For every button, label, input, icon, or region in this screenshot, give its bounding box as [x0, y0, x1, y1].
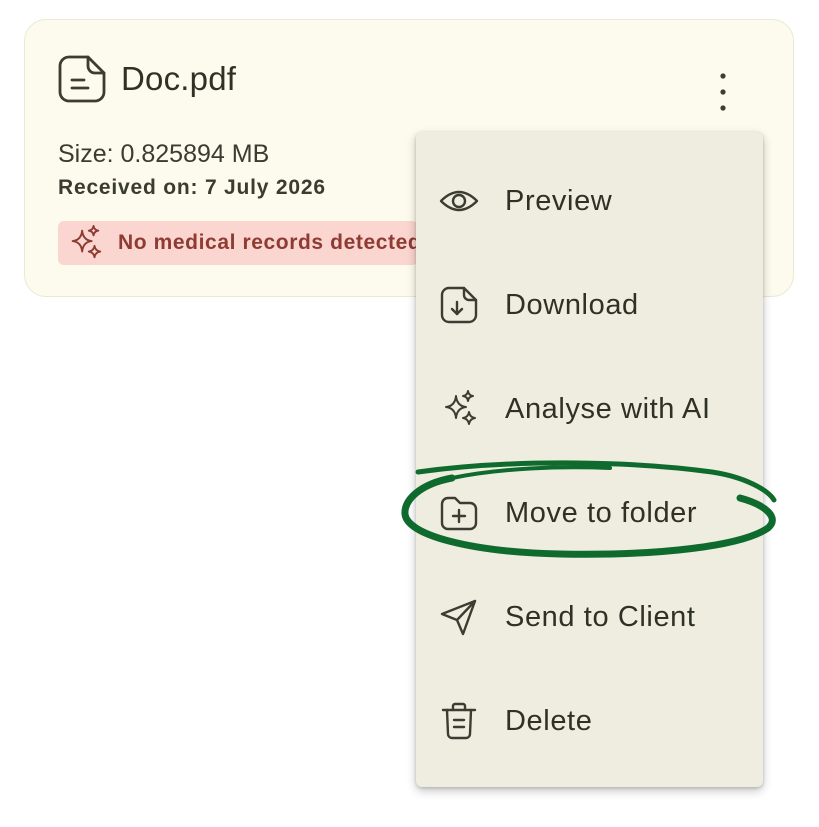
download-icon	[440, 286, 478, 324]
eye-icon	[439, 190, 479, 212]
menu-item-delete[interactable]: Delete	[416, 669, 763, 773]
received-date: Received on: 7 July 2026	[58, 176, 326, 199]
menu-item-label: Preview	[505, 184, 613, 217]
document-icon	[58, 55, 106, 103]
trash-icon	[441, 702, 477, 740]
menu-item-label: Analyse with AI	[505, 392, 711, 425]
menu-item-move-to-folder[interactable]: Move to folder	[416, 461, 763, 565]
file-size: Size: 0.825894 MB	[58, 140, 270, 168]
file-name: Doc.pdf	[121, 60, 237, 97]
menu-item-label: Download	[505, 288, 639, 321]
menu-item-label: Send to Client	[505, 600, 696, 633]
folder-plus-icon	[440, 496, 478, 531]
menu-item-label: Delete	[505, 704, 593, 737]
menu-item-send-to-client[interactable]: Send to Client	[416, 565, 763, 669]
send-icon	[440, 599, 477, 636]
more-options-button[interactable]	[701, 70, 745, 114]
menu-item-analyse-with-ai[interactable]: Analyse with AI	[416, 357, 763, 461]
stage: Doc.pdf Size: 0.825894 MB Received on: 7…	[0, 0, 819, 827]
context-menu: Preview Download Analyse with AI Move to…	[416, 132, 763, 787]
more-vertical-icon	[720, 73, 726, 111]
sparkles-icon	[445, 390, 476, 425]
menu-item-download[interactable]: Download	[416, 253, 763, 357]
status-badge: No medical records detected	[58, 221, 418, 265]
menu-item-preview[interactable]: Preview	[416, 149, 763, 253]
menu-item-label: Move to folder	[505, 496, 698, 529]
sparkles-icon	[71, 224, 102, 259]
status-badge-text: No medical records detected	[118, 231, 418, 254]
card-header: Doc.pdf	[57, 54, 236, 104]
